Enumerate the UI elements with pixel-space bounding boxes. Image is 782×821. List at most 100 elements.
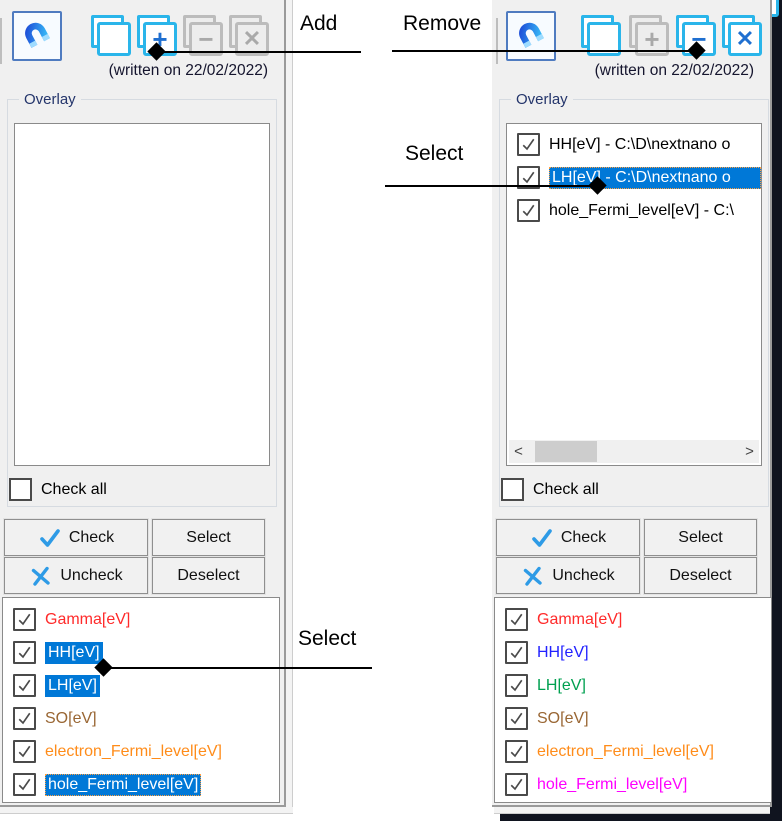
annotation-select-overlay-label: Select [405, 142, 463, 166]
scrollbar-thumb[interactable] [535, 441, 597, 462]
checkbox-checked-icon[interactable] [13, 674, 36, 697]
checkbox-unchecked-icon[interactable] [9, 478, 32, 501]
deselect-button-label: Deselect [177, 567, 239, 585]
checkbox-unchecked-icon[interactable] [501, 478, 524, 501]
curve-legend-list[interactable]: Gamma[eV] HH[eV] LH[eV] SO[eV] electron_Ferm… [494, 597, 772, 803]
uncheck-button[interactable]: Uncheck [496, 557, 640, 594]
right-panel: + − ✕ (written on 22/02/2022) Overlay HH… [492, 0, 772, 807]
annotation-remove-label: Remove [403, 12, 481, 36]
legend-list-item[interactable]: LH[eV] [3, 669, 279, 702]
written-on-timestamp: (written on 22/02/2022) [492, 62, 754, 80]
checkbox-checked-icon[interactable] [505, 740, 528, 763]
check-all-checkbox[interactable]: Check all [9, 478, 107, 501]
checkbox-checked-icon[interactable] [517, 133, 540, 156]
legend-list-rows: Gamma[eV] HH[eV] LH[eV] SO[eV]electron_Ferm… [3, 603, 279, 801]
uncheck-button[interactable]: Uncheck [4, 557, 148, 594]
legend-list-item[interactable]: HH[eV] [3, 636, 279, 669]
checkbox-checked-icon[interactable] [505, 674, 528, 697]
overlay-groupbox: Overlay HH[eV] - C:\D\nextnano oLH[eV] -… [499, 99, 769, 507]
x-icon: ✕ [728, 22, 762, 56]
legend-list-item[interactable]: hole_Fermi_level[eV] [3, 768, 279, 801]
select-button-label: Select [678, 529, 722, 547]
overlay-list[interactable] [14, 123, 270, 466]
checkbox-checked-icon[interactable] [13, 641, 36, 664]
check-button-label: Check [561, 529, 606, 547]
checkbox-checked-icon[interactable] [505, 608, 528, 631]
check-all-label: Check all [533, 481, 599, 499]
select-button-label: Select [186, 529, 230, 547]
legend-list-item[interactable]: LH[eV] [495, 669, 771, 702]
deselect-button-label: Deselect [669, 567, 731, 585]
blue-check-icon [38, 526, 62, 550]
scroll-left-arrow[interactable]: < [509, 440, 528, 463]
checkbox-checked-icon[interactable] [13, 707, 36, 730]
item-label: HH[eV] [45, 642, 103, 664]
horizontal-scrollbar[interactable]: < > [509, 440, 759, 463]
legend-list-item[interactable]: electron_Fermi_level[eV] [3, 735, 279, 768]
overlay-groupbox: Overlay [7, 99, 277, 507]
overlay-list[interactable]: HH[eV] - C:\D\nextnano o LH[eV] - C:\D\ne… [506, 123, 762, 466]
annotation-select-overlay-line [385, 185, 598, 187]
blue-x-icon [29, 564, 53, 588]
annotation-select-legend-label: Select [298, 627, 356, 651]
magnet-snap-tool-button[interactable] [506, 11, 556, 61]
left-window-frame-right [286, 0, 293, 813]
item-label: HH[eV] - C:\D\nextnano o [549, 136, 761, 154]
checkbox-checked-icon[interactable] [517, 199, 540, 222]
legend-list-item[interactable]: SO[eV] [495, 702, 771, 735]
overlay-list-item[interactable]: HH[eV] - C:\D\nextnano o [507, 128, 761, 161]
check-all-label: Check all [41, 481, 107, 499]
item-label: Gamma[eV] [45, 611, 130, 629]
item-label: LH[eV] [537, 677, 586, 695]
uncheck-button-label: Uncheck [60, 567, 122, 585]
checkbox-checked-icon[interactable] [505, 707, 528, 730]
overlay-list-item[interactable]: hole_Fermi_level[eV] - C:\ [507, 194, 761, 227]
blue-x-icon [521, 564, 545, 588]
scroll-right-arrow[interactable]: > [740, 440, 759, 463]
legend-list-item[interactable]: electron_Fermi_level[eV] [495, 735, 771, 768]
checkbox-checked-icon[interactable] [13, 740, 36, 763]
delete-overlay-button[interactable]: ✕ [719, 13, 764, 58]
written-on-timestamp: (written on 22/02/2022) [0, 62, 268, 80]
item-label: Gamma[eV] [537, 611, 622, 629]
magnet-snap-tool-button[interactable] [12, 11, 62, 61]
magnet-icon [505, 10, 556, 61]
overlay-list-item[interactable]: LH[eV] - C:\D\nextnano o [507, 161, 761, 194]
item-label: HH[eV] [537, 644, 589, 662]
blank-overlay-icon[interactable] [88, 13, 133, 58]
annotation-select-legend-line [104, 667, 372, 669]
checkbox-checked-icon[interactable] [505, 641, 528, 664]
select-button[interactable]: Select [644, 519, 757, 556]
checkbox-checked-icon[interactable] [13, 608, 36, 631]
checkbox-checked-icon[interactable] [505, 773, 528, 796]
overlay-list-rows: HH[eV] - C:\D\nextnano o LH[eV] - C:\D\ne… [507, 128, 761, 227]
select-button[interactable]: Select [152, 519, 265, 556]
curve-legend-list[interactable]: Gamma[eV] HH[eV] LH[eV] SO[eV]electron_Ferm… [2, 597, 280, 803]
annotation-add-line [157, 51, 361, 53]
legend-list-item[interactable]: hole_Fermi_level[eV] [495, 768, 771, 801]
deselect-button[interactable]: Deselect [644, 557, 757, 594]
item-label: hole_Fermi_level[eV] - C:\ [549, 202, 761, 220]
item-label: LH[eV] [45, 675, 100, 697]
magnet-icon [11, 10, 62, 61]
deselect-button[interactable]: Deselect [152, 557, 265, 594]
legend-list-item[interactable]: Gamma[eV] [495, 603, 771, 636]
annotation-add-label: Add [300, 12, 337, 36]
overlay-group-label: Overlay [511, 91, 573, 108]
blue-check-icon [530, 526, 554, 550]
item-label: electron_Fermi_level[eV] [537, 743, 714, 761]
checkbox-checked-icon[interactable] [13, 773, 36, 796]
legend-list-item[interactable]: Gamma[eV] [3, 603, 279, 636]
check-button[interactable]: Check [4, 519, 148, 556]
check-button-label: Check [69, 529, 114, 547]
item-label: hole_Fermi_level[eV] [537, 776, 687, 794]
check-button[interactable]: Check [496, 519, 640, 556]
background-window-bottom-edge [500, 813, 782, 821]
legend-list-rows: Gamma[eV] HH[eV] LH[eV] SO[eV] electron_Ferm… [495, 603, 771, 801]
legend-list-item[interactable]: SO[eV] [3, 702, 279, 735]
item-label: SO[eV] [537, 710, 589, 728]
check-all-checkbox[interactable]: Check all [501, 478, 599, 501]
annotation-remove-line [392, 50, 697, 52]
page-front [97, 22, 131, 56]
legend-list-item[interactable]: HH[eV] [495, 636, 771, 669]
